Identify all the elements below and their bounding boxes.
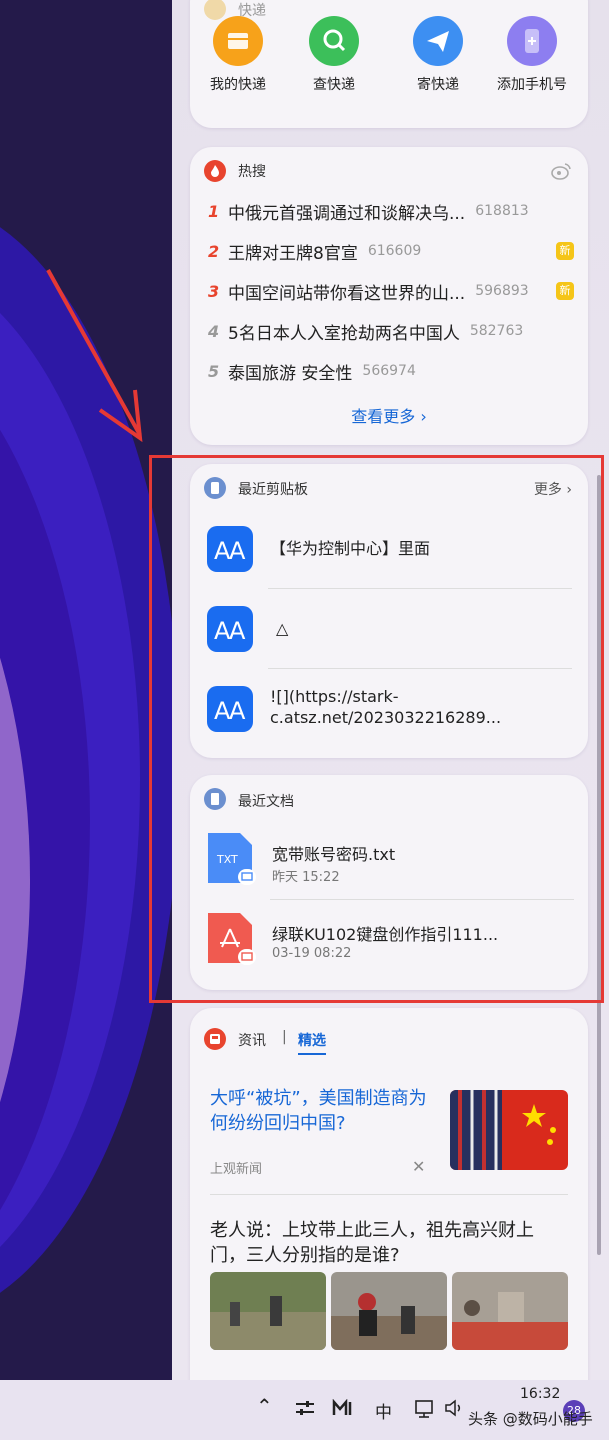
- my-express-button[interactable]: 我的快递: [190, 16, 286, 94]
- watermark: 头条 @数码小能手: [468, 1410, 593, 1428]
- send-express-label: 寄快递: [417, 77, 459, 93]
- hot-heat: 596893: [475, 283, 529, 299]
- track-express-label: 查快递: [313, 77, 355, 93]
- news-card: 资讯 | 精选 大呼“被坑”，美国制造商为何纷纷回归中国? 上观新闻 ✕ 老人说…: [190, 1008, 588, 1380]
- hot-text: 5名日本人入室抢劫两名中国人: [228, 323, 460, 344]
- chevron-up-icon[interactable]: ⌃: [256, 1394, 273, 1418]
- hot-rank: 5: [208, 361, 220, 381]
- hot-search-card: 热搜 1 中俄元首强调通过和谈解决乌... 618813 2 王牌对王牌8官宣 …: [190, 147, 588, 445]
- hot-item[interactable]: 1 中俄元首强调通过和谈解决乌... 618813: [208, 199, 529, 224]
- news-headline: 大呼“被坑”，美国制造商为何纷纷回归中国?: [210, 1088, 427, 1134]
- view-more-label: 查看更多: [351, 407, 416, 426]
- my-express-label: 我的快递: [210, 77, 266, 93]
- hot-rank: 3: [208, 281, 220, 301]
- hot-heat: 566974: [362, 363, 416, 379]
- wallpaper-art: [0, 0, 172, 1380]
- search-icon: [309, 16, 359, 66]
- new-badge: 新: [556, 242, 574, 260]
- express-card: 快递 我的快递 查快递 寄快递 添加手机号: [190, 0, 588, 128]
- hot-heat: 618813: [475, 203, 529, 219]
- close-icon[interactable]: ✕: [412, 1157, 425, 1176]
- phone-add-icon: [507, 16, 557, 66]
- hot-text: 中国空间站带你看这世界的山...: [228, 283, 466, 304]
- new-badge: 新: [556, 282, 574, 300]
- divider: [210, 1194, 568, 1195]
- hot-item[interactable]: 2 王牌对王牌8官宣 616609: [208, 239, 422, 264]
- hot-text: 王牌对王牌8官宣: [228, 243, 358, 264]
- paper-plane-icon: [413, 16, 463, 66]
- hot-item[interactable]: 3 中国空间站带你看这世界的山... 596893: [208, 279, 529, 304]
- hot-rank: 4: [208, 321, 220, 341]
- clock-time[interactable]: 16:32: [520, 1386, 560, 1402]
- sliders-icon[interactable]: [294, 1399, 316, 1422]
- add-phone-label: 添加手机号: [497, 77, 567, 93]
- news-image-3: [452, 1272, 568, 1350]
- hot-text: 泰国旅游 安全性: [228, 363, 353, 384]
- track-express-button[interactable]: 查快递: [286, 16, 382, 94]
- highlight-box: [149, 455, 604, 1003]
- news-title: 资讯: [238, 1033, 266, 1049]
- network-icon[interactable]: [414, 1399, 436, 1424]
- hot-heat: 616609: [367, 243, 422, 259]
- news-image-1: [210, 1272, 326, 1350]
- flame-icon: [204, 160, 226, 182]
- news-article[interactable]: 老人说：上坟带上此三人，祖先高兴财上门，三人分别指的是谁?: [190, 1208, 588, 1380]
- add-phone-button[interactable]: 添加手机号: [484, 16, 580, 94]
- weibo-icon[interactable]: [550, 161, 572, 185]
- news-article[interactable]: 大呼“被坑”，美国制造商为何纷纷回归中国? 上观新闻 ✕: [190, 1078, 588, 1198]
- app-tray-icon[interactable]: [332, 1398, 354, 1422]
- send-express-button[interactable]: 寄快递: [390, 16, 486, 94]
- hot-rank: 2: [208, 241, 220, 261]
- box-icon: [213, 16, 263, 66]
- news-thumbnail: [450, 1090, 568, 1170]
- chevron-right-icon: ›: [420, 407, 427, 426]
- taskbar: ⌃ 中 16:32 28 头条 @数码小能手: [0, 1380, 609, 1440]
- hot-rank: 1: [208, 201, 220, 221]
- hot-heat: 582763: [469, 323, 524, 339]
- volume-icon[interactable]: [444, 1399, 466, 1422]
- news-source: 上观新闻: [210, 1162, 263, 1177]
- hot-text: 中俄元首强调通过和谈解决乌...: [228, 203, 466, 224]
- hot-search-title: 热搜: [238, 164, 266, 180]
- news-icon: [204, 1028, 226, 1050]
- news-image-2: [331, 1272, 447, 1350]
- view-more-link[interactable]: 查看更多 ›: [190, 403, 588, 427]
- hot-item[interactable]: 4 5名日本人入室抢劫两名中国人 582763: [208, 319, 524, 344]
- news-separator: |: [282, 1029, 287, 1045]
- desktop-wallpaper: [0, 0, 172, 1380]
- ime-indicator[interactable]: 中: [375, 1398, 392, 1423]
- hot-item[interactable]: 5 泰国旅游 安全性 566974: [208, 359, 416, 384]
- news-tab-featured[interactable]: 精选: [298, 1030, 326, 1055]
- news-headline: 老人说：上坟带上此三人，祖先高兴财上门，三人分别指的是谁?: [210, 1220, 534, 1266]
